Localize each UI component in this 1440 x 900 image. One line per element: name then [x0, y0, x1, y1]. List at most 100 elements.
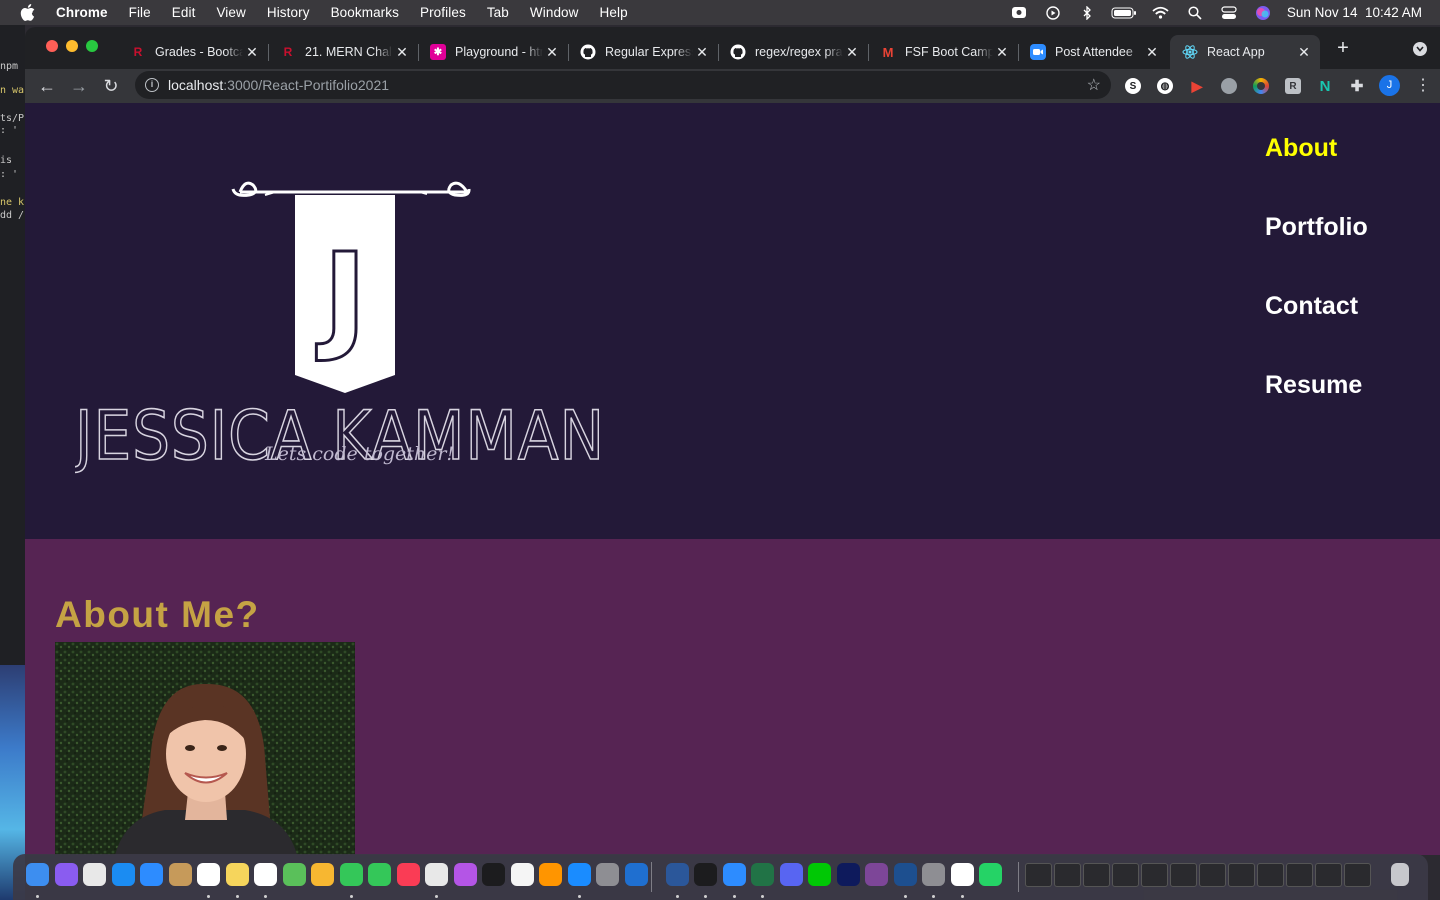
tab-mern-challenge[interactable]: R 21. MERN Challenge ✕ [268, 35, 419, 69]
chrome-icon[interactable] [425, 863, 448, 886]
siri-icon[interactable] [54, 863, 78, 886]
maps-icon[interactable] [282, 863, 306, 886]
chrome-menu-icon[interactable]: ⋮ [1415, 76, 1431, 96]
photos-icon[interactable] [311, 863, 334, 886]
reminders-icon[interactable] [254, 863, 277, 886]
screen-record-icon[interactable] [1009, 6, 1029, 20]
tab-regex-practice[interactable]: regex/regex practice ✕ [718, 35, 869, 69]
menu-help[interactable]: Help [600, 5, 628, 20]
system-preferences-icon[interactable] [596, 863, 619, 886]
address-bar[interactable]: i localhost :3000/React-Portifolio2021 ☆ [135, 71, 1111, 99]
bookmark-star-icon[interactable]: ☆ [1087, 75, 1101, 95]
zoom-icon[interactable] [722, 863, 746, 886]
tab-close-icon[interactable]: ✕ [694, 44, 710, 60]
tab-search-icon[interactable] [1413, 42, 1427, 56]
minimized-window-thumbnail[interactable] [1112, 863, 1139, 887]
minimized-window-thumbnail[interactable] [1286, 863, 1313, 887]
minimized-window-thumbnail[interactable] [1141, 863, 1168, 887]
menu-view[interactable]: View [216, 5, 245, 20]
terminal-icon[interactable] [694, 863, 717, 886]
forward-arrow-icon[interactable]: → [68, 75, 90, 97]
excel-icon[interactable] [751, 863, 774, 886]
extension-react-devtools-icon[interactable]: R [1285, 78, 1301, 94]
nav-portfolio-link[interactable]: Portfolio [1265, 212, 1368, 291]
minimized-window-thumbnail[interactable] [1315, 863, 1342, 887]
nav-resume-link[interactable]: Resume [1265, 370, 1368, 449]
minimized-window-thumbnail[interactable] [1257, 863, 1284, 887]
mail-icon[interactable] [140, 863, 163, 886]
reload-icon[interactable]: ↻ [100, 75, 122, 97]
extension-n-icon[interactable]: N [1317, 78, 1333, 95]
extension-screencast-icon[interactable]: ▶ [1189, 78, 1205, 94]
menu-edit[interactable]: Edit [172, 5, 196, 20]
minimized-window-thumbnail[interactable] [1199, 863, 1226, 887]
xcode-icon[interactable] [893, 863, 917, 886]
extension-shield-icon[interactable] [1221, 78, 1237, 94]
tab-close-icon[interactable]: ✕ [544, 44, 560, 60]
robinhood-icon[interactable] [808, 863, 831, 886]
extension-globe-icon[interactable]: ◍ [1157, 78, 1173, 94]
messages-icon[interactable] [339, 863, 363, 886]
menu-tab[interactable]: Tab [487, 5, 509, 20]
tab-grades[interactable]: R Grades - Bootcamp ✕ [118, 35, 269, 69]
menu-history[interactable]: History [267, 5, 310, 20]
extension-s-icon[interactable]: S [1125, 78, 1141, 94]
wifi-icon[interactable] [1151, 6, 1171, 20]
menu-bookmarks[interactable]: Bookmarks [331, 5, 399, 20]
menu-profiles[interactable]: Profiles [420, 5, 466, 20]
whatsapp-icon[interactable] [979, 863, 1002, 886]
minimized-window-thumbnail[interactable] [1054, 863, 1081, 887]
tab-close-icon[interactable]: ✕ [994, 44, 1010, 60]
apple-menu-icon[interactable] [20, 4, 38, 21]
minimized-window-thumbnail[interactable] [1083, 863, 1110, 887]
tab-close-icon[interactable]: ✕ [394, 44, 410, 60]
battery-icon[interactable] [1111, 6, 1137, 20]
tab-regular-expressions[interactable]: Regular Expressions ✕ [568, 35, 719, 69]
zoom-window-button[interactable] [86, 40, 98, 52]
podcasts-icon[interactable] [453, 863, 477, 886]
menu-file[interactable]: File [129, 5, 151, 20]
nav-about-link[interactable]: About [1265, 133, 1368, 212]
facetime-icon[interactable] [368, 863, 391, 886]
tab-close-icon[interactable]: ✕ [244, 44, 260, 60]
trash-icon[interactable] [1391, 863, 1409, 886]
new-tab-button[interactable]: + [1333, 38, 1353, 59]
menu-window[interactable]: Window [530, 5, 579, 20]
minimize-window-button[interactable] [66, 40, 78, 52]
safari-icon[interactable] [111, 863, 135, 886]
extension-color-picker-icon[interactable] [1253, 78, 1269, 94]
app-store-icon[interactable] [567, 863, 591, 886]
news-icon[interactable] [510, 863, 534, 886]
menu-app-name[interactable]: Chrome [56, 5, 108, 20]
finder-icon[interactable] [26, 863, 49, 886]
launchpad-icon[interactable] [83, 863, 106, 886]
extensions-puzzle-icon[interactable]: ✚ [1349, 78, 1365, 95]
vscode-icon[interactable] [624, 863, 648, 886]
siri-icon[interactable] [1253, 5, 1273, 20]
tab-playground[interactable]: ✱ Playground - html ✕ [418, 35, 569, 69]
apple-tv-icon[interactable] [482, 863, 505, 886]
tab-fsf-boot-camp[interactable]: M FSF Boot Camp ✕ [868, 35, 1019, 69]
control-center-icon[interactable] [1219, 5, 1239, 20]
play-icon[interactable] [1043, 5, 1063, 20]
minimized-window-thumbnail[interactable] [1170, 863, 1197, 887]
tab-close-icon[interactable]: ✕ [1296, 44, 1312, 60]
books-icon[interactable] [539, 863, 562, 886]
visual-studio-icon[interactable] [836, 863, 860, 886]
menubar-clock[interactable]: Sun Nov 14 10:42 AM [1287, 5, 1422, 20]
nav-contact-link[interactable]: Contact [1265, 291, 1368, 370]
tab-post-attendee[interactable]: Post Attendee ✕ [1018, 35, 1168, 69]
bluetooth-icon[interactable] [1077, 5, 1097, 20]
minimized-window-thumbnail[interactable] [1025, 863, 1052, 887]
site-logo[interactable]: J JESSICA KAMMAN [75, 159, 635, 479]
slack-icon[interactable] [950, 863, 974, 886]
tab-react-app[interactable]: React App ✕ [1170, 35, 1320, 69]
screen-sharing-icon[interactable] [922, 863, 945, 886]
tab-close-icon[interactable]: ✕ [844, 44, 860, 60]
discord-icon[interactable] [779, 863, 803, 886]
notes-icon[interactable] [225, 863, 249, 886]
minimized-window-thumbnail[interactable] [1228, 863, 1255, 887]
calendar-icon[interactable] [197, 863, 220, 886]
profile-avatar[interactable]: J [1379, 75, 1400, 96]
spotlight-search-icon[interactable] [1185, 5, 1205, 20]
